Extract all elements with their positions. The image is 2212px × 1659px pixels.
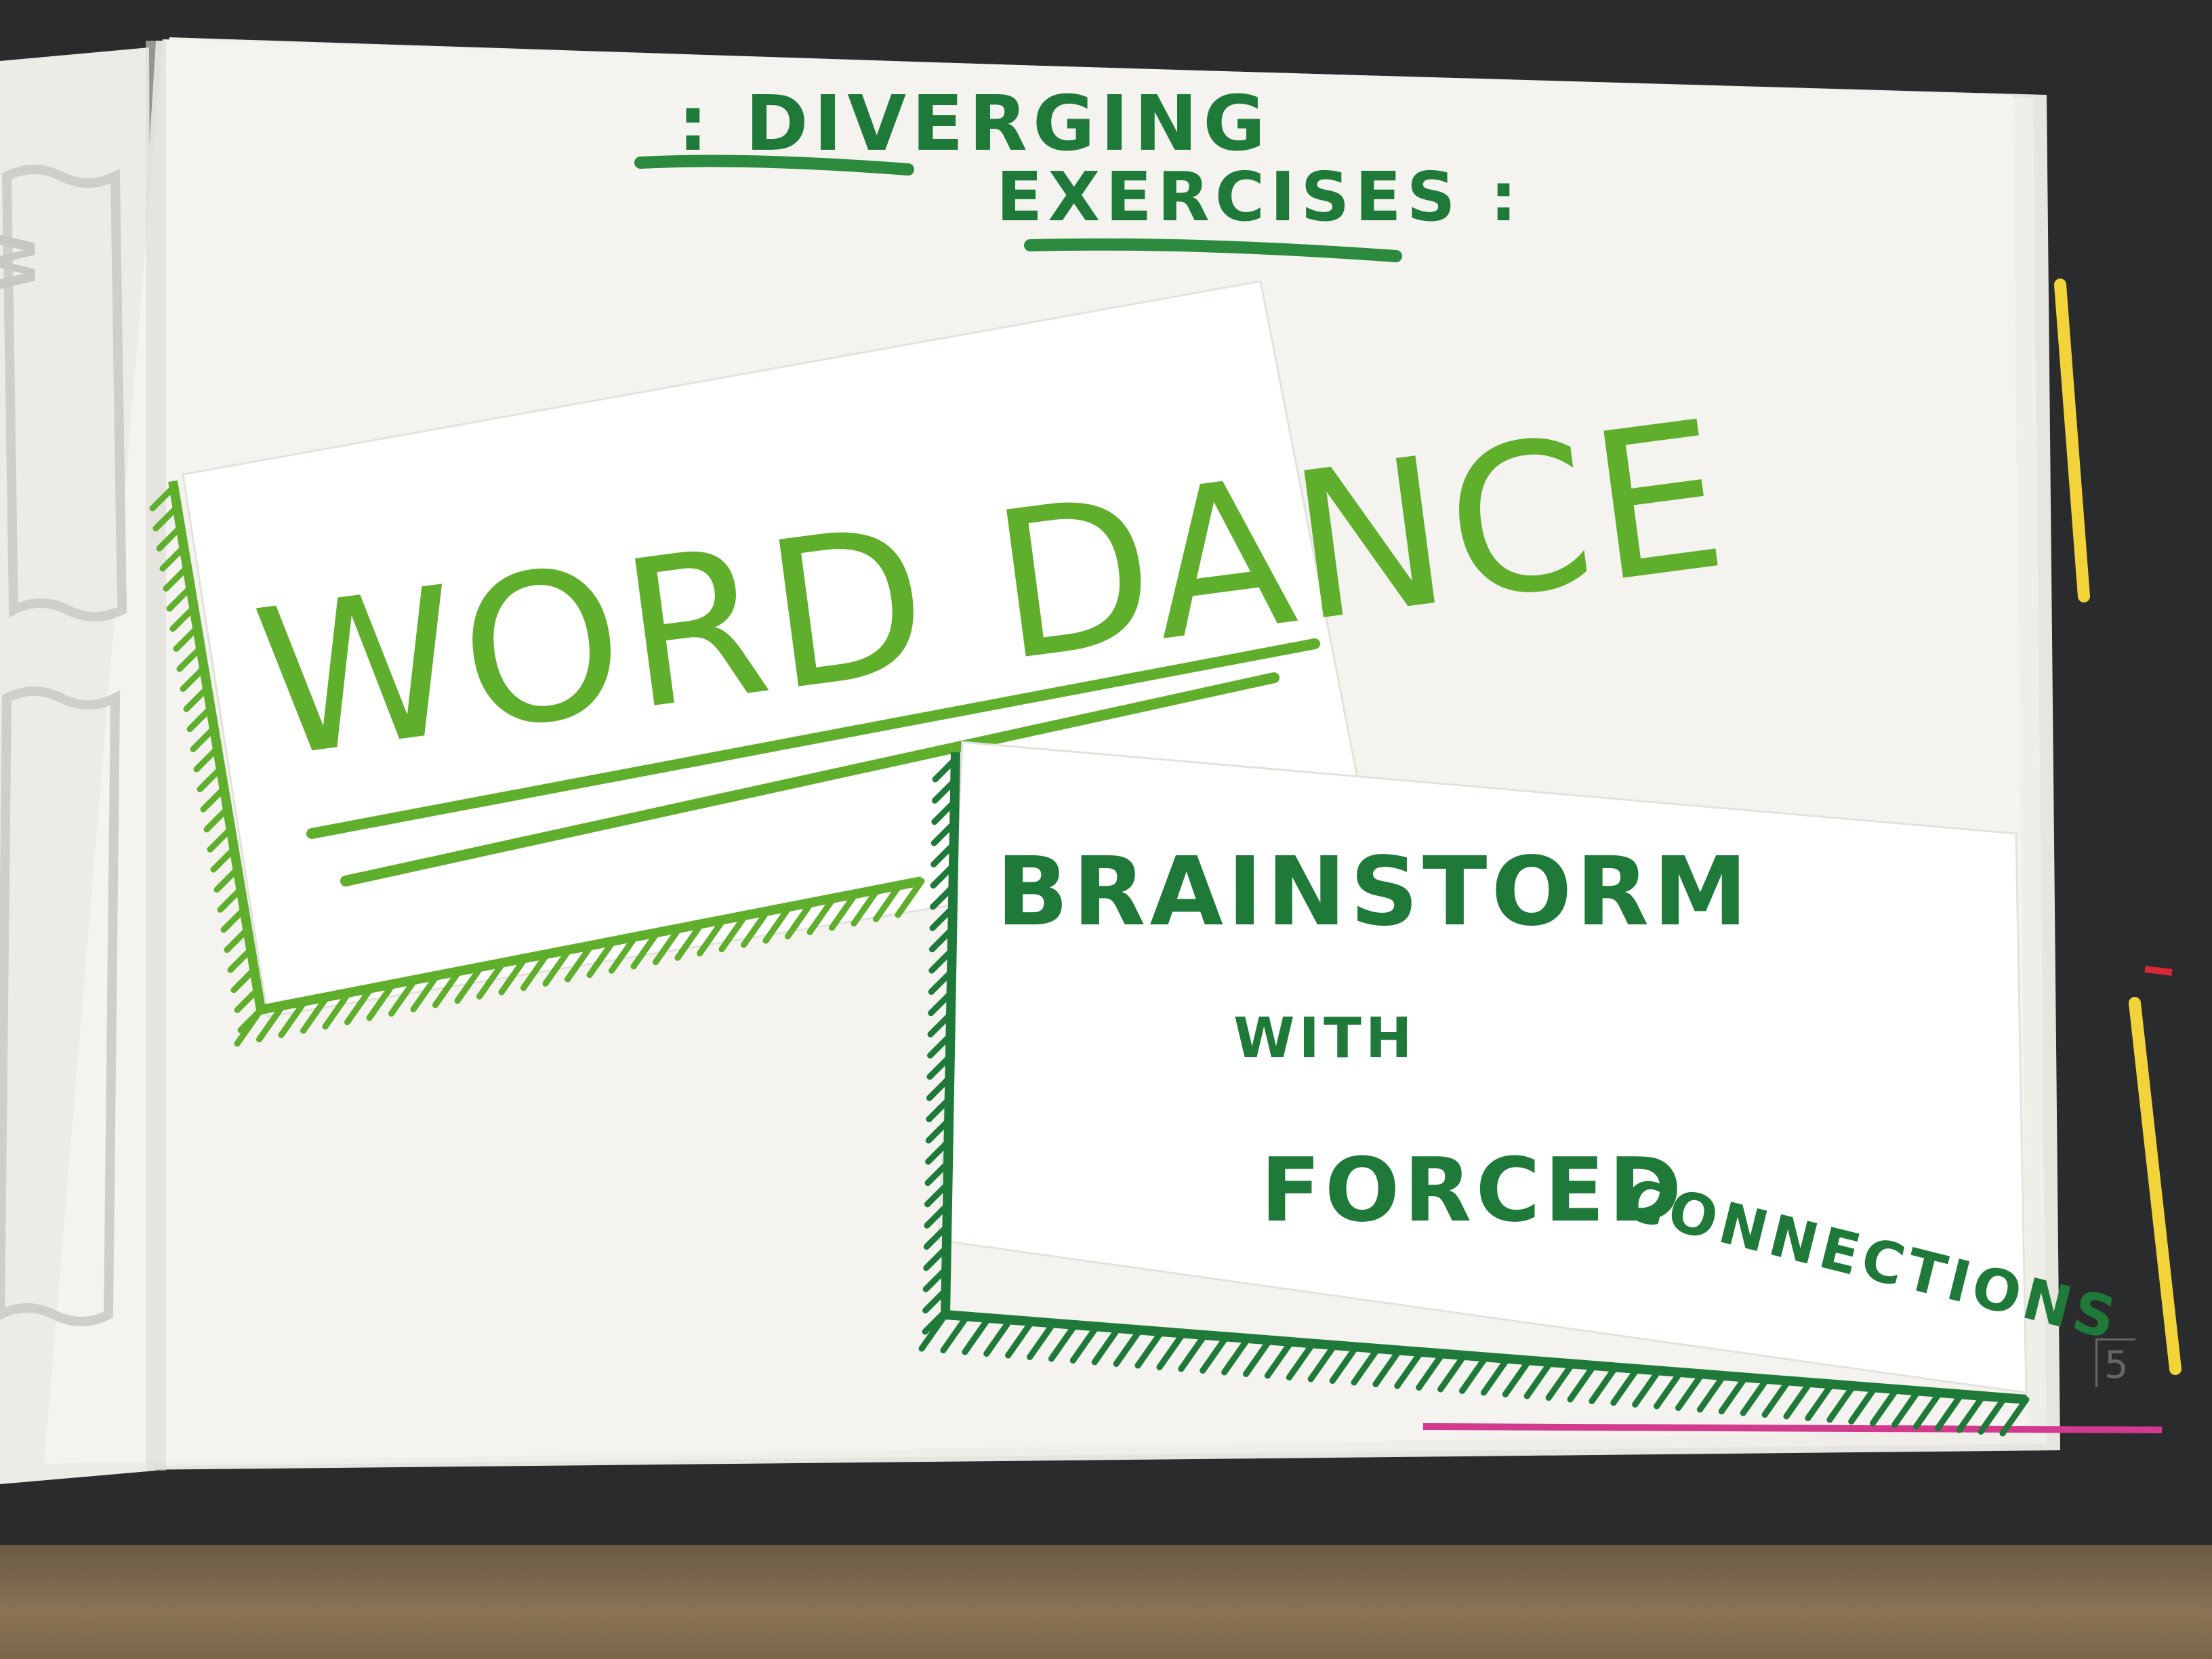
yellow-highlight-top xyxy=(2054,279,2090,602)
spine-shadow xyxy=(146,41,166,1471)
notebook-background xyxy=(0,37,2182,1484)
brainstorm-line-1: BRAINSTORM xyxy=(996,837,1752,947)
pink-edge-mark xyxy=(1422,1423,2163,1433)
yellow-highlight-bottom xyxy=(2129,997,2182,1375)
faded-text-left: W xyxy=(0,232,48,291)
notebook-photo: W : DIVERGING EXERCISES : WORD DANCE BRA… xyxy=(0,0,2212,1659)
red-mark xyxy=(2144,966,2173,976)
desk-edge xyxy=(0,1545,2212,1659)
brainstorm-line-2: WITH xyxy=(1233,1006,1416,1071)
page-title-line-1: : DIVERGING xyxy=(678,80,1271,168)
page-title-line-2: EXERCISES : xyxy=(996,157,1523,237)
page-number: 5 xyxy=(2095,1338,2135,1387)
